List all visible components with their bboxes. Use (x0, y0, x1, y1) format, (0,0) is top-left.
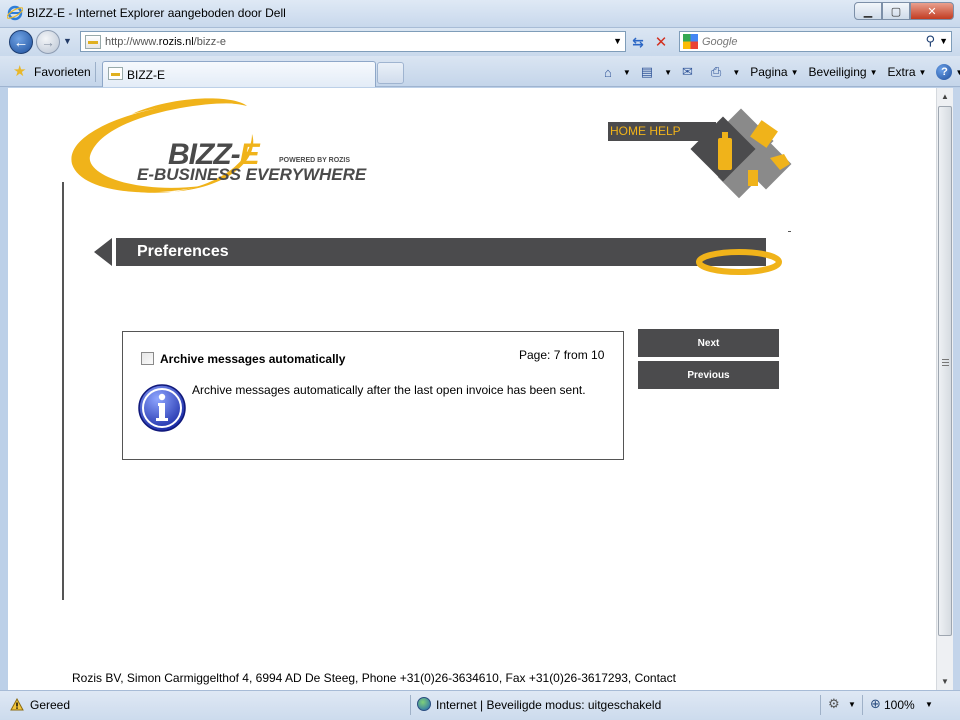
status-bar: Gereed Internet | Beveiligde modus: uitg… (0, 690, 960, 720)
google-icon (683, 34, 698, 49)
warning-icon (10, 698, 24, 711)
status-text: Gereed (30, 698, 71, 712)
recent-pages-dropdown[interactable]: ▼ (63, 36, 72, 46)
archive-messages-checkbox[interactable] (141, 352, 154, 365)
scroll-grip-icon (942, 359, 949, 367)
header-swoosh-graphic (696, 249, 782, 275)
home-help-diamond-graphic (690, 108, 792, 199)
search-placeholder: Google (702, 36, 738, 48)
new-tab-button[interactable] (377, 62, 404, 84)
zoom-magnifier-icon[interactable]: ⊕ (870, 696, 881, 712)
page-viewport: BIZZ-E POWERED BY ROZIS E-BUSINESS EVERY… (8, 88, 936, 690)
separator (820, 695, 821, 715)
preference-panel: Archive messages automatically Page: 7 f… (122, 331, 624, 460)
printer-icon: ⎙ (710, 64, 722, 79)
info-description: Archive messages automatically after the… (192, 383, 586, 397)
rss-feed-icon: ▤ (640, 64, 654, 79)
separator (95, 62, 96, 82)
back-button[interactable]: ← (9, 30, 33, 54)
tab-bizz-e[interactable]: BIZZ-E (102, 61, 376, 87)
home-icon: ⌂ (604, 64, 612, 80)
zoom-level[interactable]: 100% (884, 698, 915, 712)
command-bar: ⌂ ▼ ▤ ▼ ✉ ⎙ ▼ Pagina ▼ Beveiliging ▼ Extra ▼ ?… (604, 62, 960, 82)
site-favicon-icon (85, 35, 101, 49)
search-icon[interactable]: ⚲ (925, 33, 935, 49)
info-icon (138, 384, 186, 432)
search-options-dropdown[interactable]: ▼ (939, 36, 948, 46)
search-input[interactable]: Google ⚲ ▼ (679, 31, 952, 52)
previous-button[interactable]: Previous (638, 361, 779, 389)
window-frame-right (953, 88, 960, 690)
close-window-button[interactable]: ✕ (910, 2, 954, 20)
archive-messages-label[interactable]: Archive messages automatically (160, 352, 345, 366)
minimize-button[interactable]: ▁ (854, 2, 882, 20)
address-url[interactable]: http://www.rozis.nl/bizz-e (105, 36, 226, 48)
internet-explorer-icon (7, 5, 23, 21)
tab-favicon-icon (108, 67, 123, 80)
address-dropdown-icon[interactable]: ▼ (613, 36, 622, 46)
favorites-star-icon[interactable]: ★ (13, 62, 26, 80)
scroll-down-arrow-icon[interactable]: ▼ (937, 673, 953, 690)
scroll-thumb[interactable] (938, 106, 952, 636)
back-arrow-icon[interactable] (94, 238, 112, 266)
favorites-button[interactable]: Favorieten (34, 65, 91, 79)
help-icon: ? (936, 64, 953, 80)
window-titlebar: BIZZ-E - Internet Explorer aangeboden do… (0, 0, 960, 28)
mail-button[interactable]: ✉ (682, 64, 701, 80)
protected-mode-dropdown[interactable]: ▼ (848, 700, 856, 709)
zoom-dropdown[interactable]: ▼ (925, 700, 933, 709)
window-controls: ▁ ▢ ✕ (854, 2, 954, 20)
footer-address: Rozis BV, Simon Carmiggelthof 4, 6994 AD… (72, 671, 676, 685)
separator (410, 695, 411, 715)
protected-mode-icon[interactable]: ⚙ (828, 696, 840, 712)
logo-powered-by: POWERED BY ROZIS (279, 157, 351, 164)
print-button[interactable]: ⎙ ▼ (711, 64, 740, 80)
scroll-up-arrow-icon[interactable]: ▲ (937, 88, 953, 105)
logo-tagline: E-BUSINESS EVERYWHERE (137, 165, 367, 184)
help-menu[interactable]: ? ▼ (936, 64, 960, 80)
stop-icon[interactable]: ✕ (651, 32, 671, 52)
navigation-bar: ← → ▼ http://www.rozis.nl/bizz-e ▼ ⇆ ✕ G… (0, 28, 960, 56)
home-help-link[interactable]: HOME HELP (610, 124, 681, 138)
bizz-e-logo[interactable]: BIZZ-E POWERED BY ROZIS E-BUSINESS EVERY… (62, 94, 372, 206)
left-divider-line (62, 182, 64, 600)
security-zone-text[interactable]: Internet | Beveiligde modus: uitgeschake… (436, 698, 661, 712)
refresh-icon[interactable]: ⇆ (628, 32, 648, 52)
separator (862, 695, 863, 715)
tools-menu[interactable]: Extra ▼ (888, 65, 927, 79)
home-button[interactable]: ⌂ ▼ (604, 65, 631, 80)
maximize-button[interactable]: ▢ (882, 2, 910, 20)
forward-button[interactable]: → (36, 30, 60, 54)
vertical-scrollbar[interactable]: ▲ ▼ (936, 88, 953, 690)
page-menu[interactable]: Pagina ▼ (750, 65, 798, 79)
mail-icon: ✉ (682, 64, 693, 79)
feeds-button[interactable]: ▤ ▼ (641, 64, 672, 80)
next-button[interactable]: Next (638, 329, 779, 357)
tab-bar: ★ Favorieten BIZZ-E ⌂ ▼ ▤ ▼ ✉ ⎙ ▼ Pagina ▼ B… (0, 56, 960, 87)
tab-label: BIZZ-E (127, 68, 165, 82)
decorative-tick (788, 231, 791, 232)
page-title: Preferences (137, 243, 229, 260)
window-title: BIZZ-E - Internet Explorer aangeboden do… (27, 6, 286, 20)
safety-menu[interactable]: Beveiliging ▼ (809, 65, 878, 79)
internet-zone-globe-icon (417, 697, 431, 711)
page-indicator: Page: 7 from 10 (519, 348, 605, 362)
address-bar[interactable]: http://www.rozis.nl/bizz-e ▼ (80, 31, 626, 52)
